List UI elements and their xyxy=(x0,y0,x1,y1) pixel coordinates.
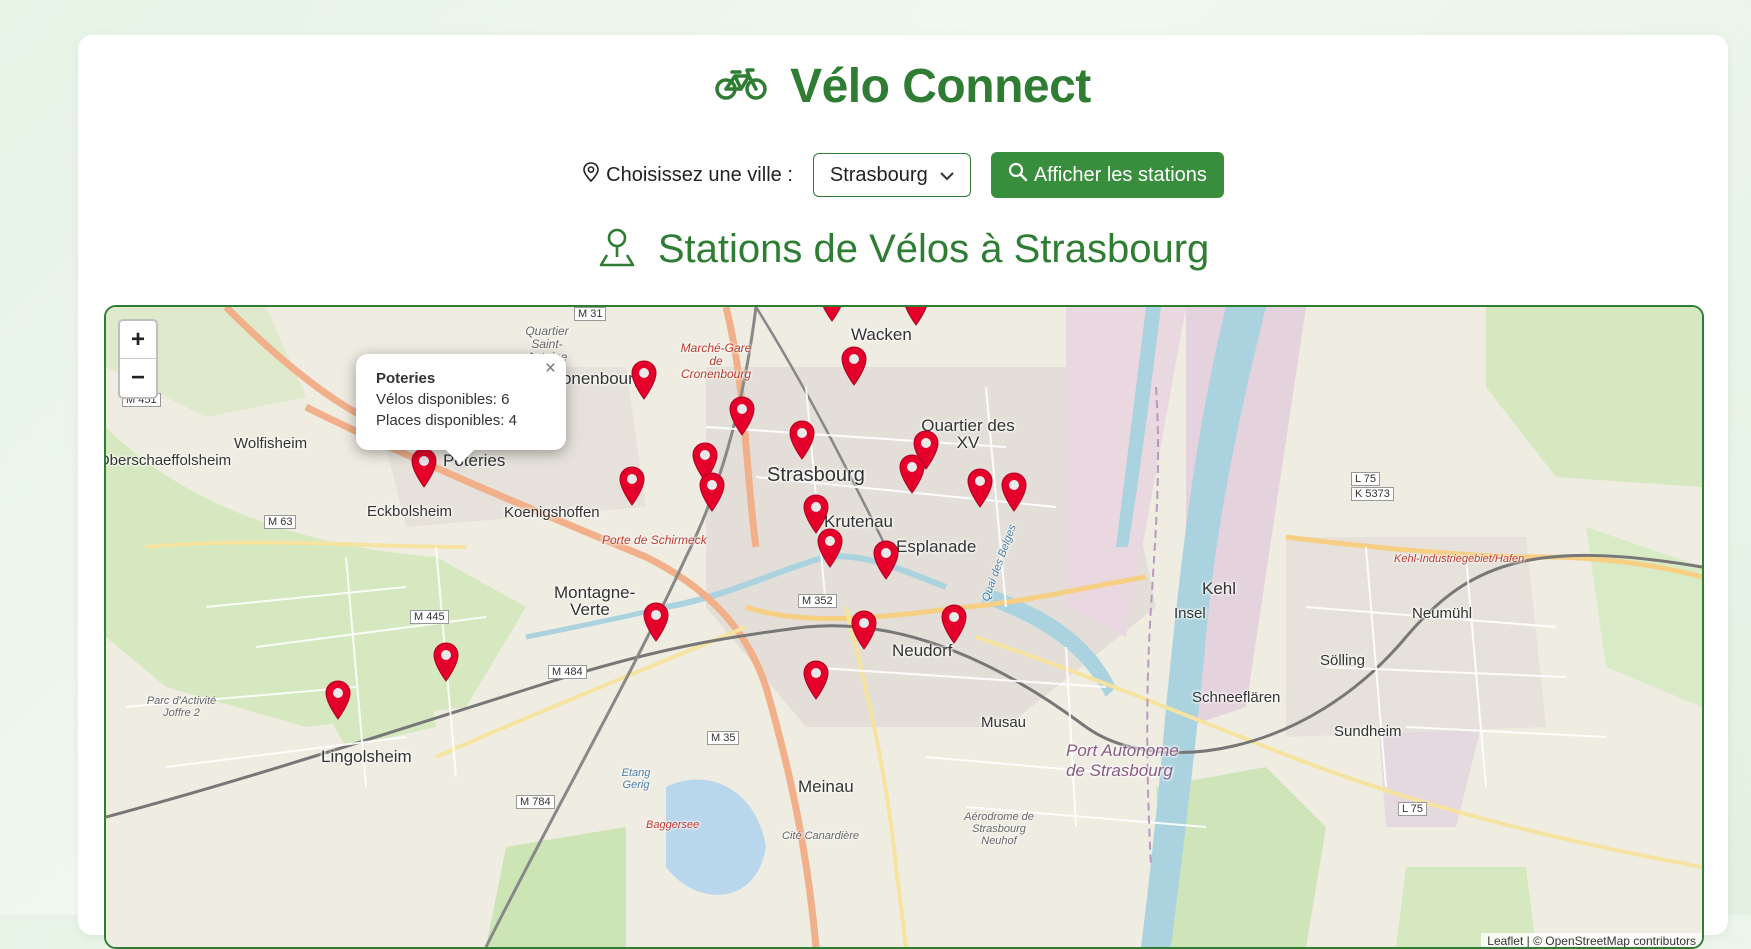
station-marker-icon[interactable] xyxy=(840,345,868,387)
map-label: Schneeflären xyxy=(1192,689,1281,706)
main-card: Vélo Connect Choisissez une ville : Stra… xyxy=(78,35,1728,949)
station-marker-icon[interactable] xyxy=(410,447,438,489)
station-marker-icon[interactable] xyxy=(902,307,930,327)
location-pin-icon xyxy=(582,162,606,188)
map-label: Neumühl xyxy=(1412,605,1473,622)
road-label: M 31 xyxy=(574,307,607,321)
person-pin-icon xyxy=(597,227,658,271)
popup-station-name: Poteries xyxy=(376,370,436,387)
road-label: M 352 xyxy=(798,594,837,608)
road-label: M 35 xyxy=(707,731,740,745)
zoom-in-button[interactable]: + xyxy=(120,321,156,359)
city-select-value: Strasbourg xyxy=(829,163,928,186)
map-label: Baggersee xyxy=(646,819,700,831)
show-stations-button[interactable]: Afficher les stations xyxy=(990,152,1224,198)
road-label: M 484 xyxy=(548,665,587,679)
road-label: L 75 xyxy=(1398,802,1428,816)
city-select[interactable]: Strasbourg xyxy=(812,153,971,197)
station-marker-icon[interactable] xyxy=(816,527,844,569)
station-marker-icon[interactable] xyxy=(728,395,756,437)
station-marker-icon[interactable] xyxy=(940,603,968,645)
road-label: M 445 xyxy=(410,610,449,624)
map-label: Eckbolsheim xyxy=(367,503,453,520)
map-label: Kehl-Industriegebiet/Hafen xyxy=(1394,553,1525,565)
station-marker-icon[interactable] xyxy=(966,467,994,509)
map-label: Esplanade xyxy=(896,537,977,556)
station-marker-icon[interactable] xyxy=(802,659,830,701)
search-icon xyxy=(1008,162,1034,188)
station-marker-icon[interactable] xyxy=(432,641,460,683)
map-label: Sölling xyxy=(1320,652,1366,669)
station-marker-icon[interactable] xyxy=(630,359,658,401)
map-label: Kehl xyxy=(1202,579,1237,598)
station-marker-icon[interactable] xyxy=(618,465,646,507)
station-marker-icon[interactable] xyxy=(788,419,816,461)
station-marker-icon[interactable] xyxy=(698,471,726,513)
popup-places-available: Places disponibles: 4 xyxy=(376,412,517,429)
station-marker-icon[interactable] xyxy=(324,679,352,721)
section-title-text: Stations de Vélos à Strasbourg xyxy=(657,227,1210,271)
road-label: K 5373 xyxy=(1351,487,1394,501)
popup-close-button[interactable]: × xyxy=(545,358,556,379)
map-label: Porte de Schirmeck xyxy=(602,533,707,547)
station-marker-icon[interactable] xyxy=(850,609,878,651)
map-label: Insel xyxy=(1174,605,1206,622)
map-label: Koenigshoffen xyxy=(504,504,600,521)
station-marker-icon[interactable] xyxy=(1000,471,1028,513)
popup-bikes-available: Vélos disponibles: 6 xyxy=(376,391,510,408)
map-label: Meinau xyxy=(798,777,854,796)
station-popup: × Poteries Vélos disponibles: 6 Places d… xyxy=(356,354,566,450)
map-label: Wolfisheim xyxy=(234,435,308,452)
station-marker-icon[interactable] xyxy=(818,307,846,323)
map-label: Oberschaeffolsheim xyxy=(104,452,232,469)
city-label: Choisissez une ville : xyxy=(582,162,793,188)
map-label: Cité Canardière xyxy=(782,830,860,842)
station-marker-icon[interactable] xyxy=(898,453,926,495)
map-label: Aérodrome de Strasbourg Neuhof xyxy=(964,811,1034,847)
map-label: Musau xyxy=(981,714,1027,731)
map-label: Strasbourg xyxy=(767,464,865,486)
map-label: Sundheim xyxy=(1334,723,1402,740)
road-label: L 75 xyxy=(1351,472,1381,486)
road-label: M 63 xyxy=(264,515,297,529)
map-label: Etang Gerig xyxy=(621,767,651,791)
city-label-text: Choisissez une ville : xyxy=(606,163,793,186)
station-marker-icon[interactable] xyxy=(872,539,900,581)
city-selector-row: Choisissez une ville : Strasbourg Affich… xyxy=(78,151,1728,199)
app-title-text: Vélo Connect xyxy=(790,60,1091,113)
zoom-control: + − xyxy=(118,319,158,399)
station-marker-icon[interactable] xyxy=(642,601,670,643)
map-label: Lingolsheim xyxy=(321,747,412,766)
road-label: M 784 xyxy=(516,795,555,809)
map-label: Marché-Gare de Cronenbourg xyxy=(680,341,752,381)
stations-map[interactable]: Wacken Quartier Saint-Antoine Cronenbour… xyxy=(104,305,1704,949)
section-title: Stations de Vélos à Strasbourg xyxy=(78,227,1728,272)
map-label: Wacken xyxy=(851,325,912,344)
chevron-down-icon xyxy=(940,164,954,187)
zoom-out-button[interactable]: − xyxy=(120,359,156,396)
map-attribution[interactable]: Leaflet | © OpenStreetMap contributors xyxy=(1481,933,1702,947)
map-label: Parc d'Activité Joffre 2 xyxy=(146,695,217,719)
map-label: Montagne-Verte xyxy=(554,583,636,619)
show-stations-label: Afficher les stations xyxy=(1033,163,1207,186)
bicycle-icon xyxy=(715,58,767,113)
app-title: Vélo Connect xyxy=(78,59,1728,117)
map-tiles xyxy=(106,307,1702,947)
map-label: Port Autonome de Strasbourg xyxy=(1066,741,1179,780)
